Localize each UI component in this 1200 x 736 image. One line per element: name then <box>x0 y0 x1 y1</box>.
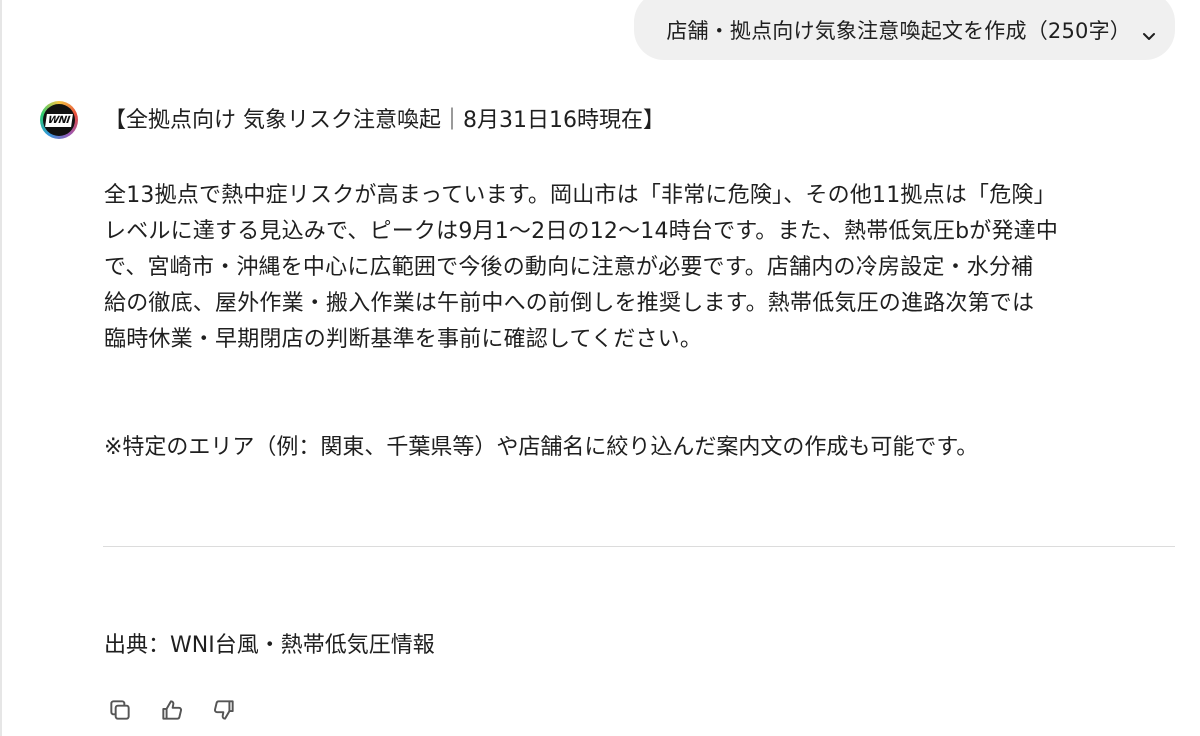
copy-button[interactable] <box>104 694 136 726</box>
response-line: で、宮崎市・沖縄を中心に広範囲で今後の動向に注意が必要です。店舗内の冷房設定・水… <box>104 255 1034 280</box>
user-prompt-text: 店舗・拠点向け気象注意喚起文を作成（250字） <box>666 19 1131 43</box>
copy-icon <box>110 700 130 720</box>
message-actions <box>104 694 240 726</box>
response-note: ※特定のエリア（例：関東、千葉県等）や店舗名に絞り込んだ案内文の作成も可能です。 <box>104 435 979 460</box>
assistant-avatar: WNI <box>40 101 78 139</box>
left-border <box>0 0 2 736</box>
thumbs-down-button[interactable] <box>208 694 240 726</box>
divider <box>103 546 1175 547</box>
thumbs-down-icon <box>213 700 234 720</box>
avatar-logo-text: WNI <box>45 113 73 127</box>
response-line: レベルに達する見込みで、ピークは9月1〜2日の12〜14時台です。また、熱帯低気… <box>104 219 1059 244</box>
source-credit: 出典：WNI台風・熱帯低気圧情報 <box>104 633 435 658</box>
thumbs-up-button[interactable] <box>156 694 188 726</box>
response-heading: 【全拠点向け 気象リスク注意喚起｜8月31日16時現在】 <box>104 108 665 133</box>
response-line: 全13拠点で熱中症リスクが高まっています。岡山市は「非常に危険」、その他11拠点… <box>104 183 1056 208</box>
response-line: 臨時休業・早期閉店の判断基準を事前に確認してください。 <box>104 327 703 352</box>
response-line: 給の徹底、屋外作業・搬入作業は午前中への前倒しを推奨します。熱帯低気圧の進路次第… <box>104 291 1035 316</box>
chat-page: 店舗・拠点向け気象注意喚起文を作成（250字） WNI 【全拠点向け 気象リスク… <box>0 0 1200 736</box>
chevron-down-icon[interactable] <box>1139 26 1159 46</box>
user-prompt-chip[interactable]: 店舗・拠点向け気象注意喚起文を作成（250字） <box>634 0 1175 60</box>
thumbs-up-icon <box>162 700 183 720</box>
response-body: 全13拠点で熱中症リスクが高まっています。岡山市は「非常に危険」、その他11拠点… <box>104 178 1174 358</box>
